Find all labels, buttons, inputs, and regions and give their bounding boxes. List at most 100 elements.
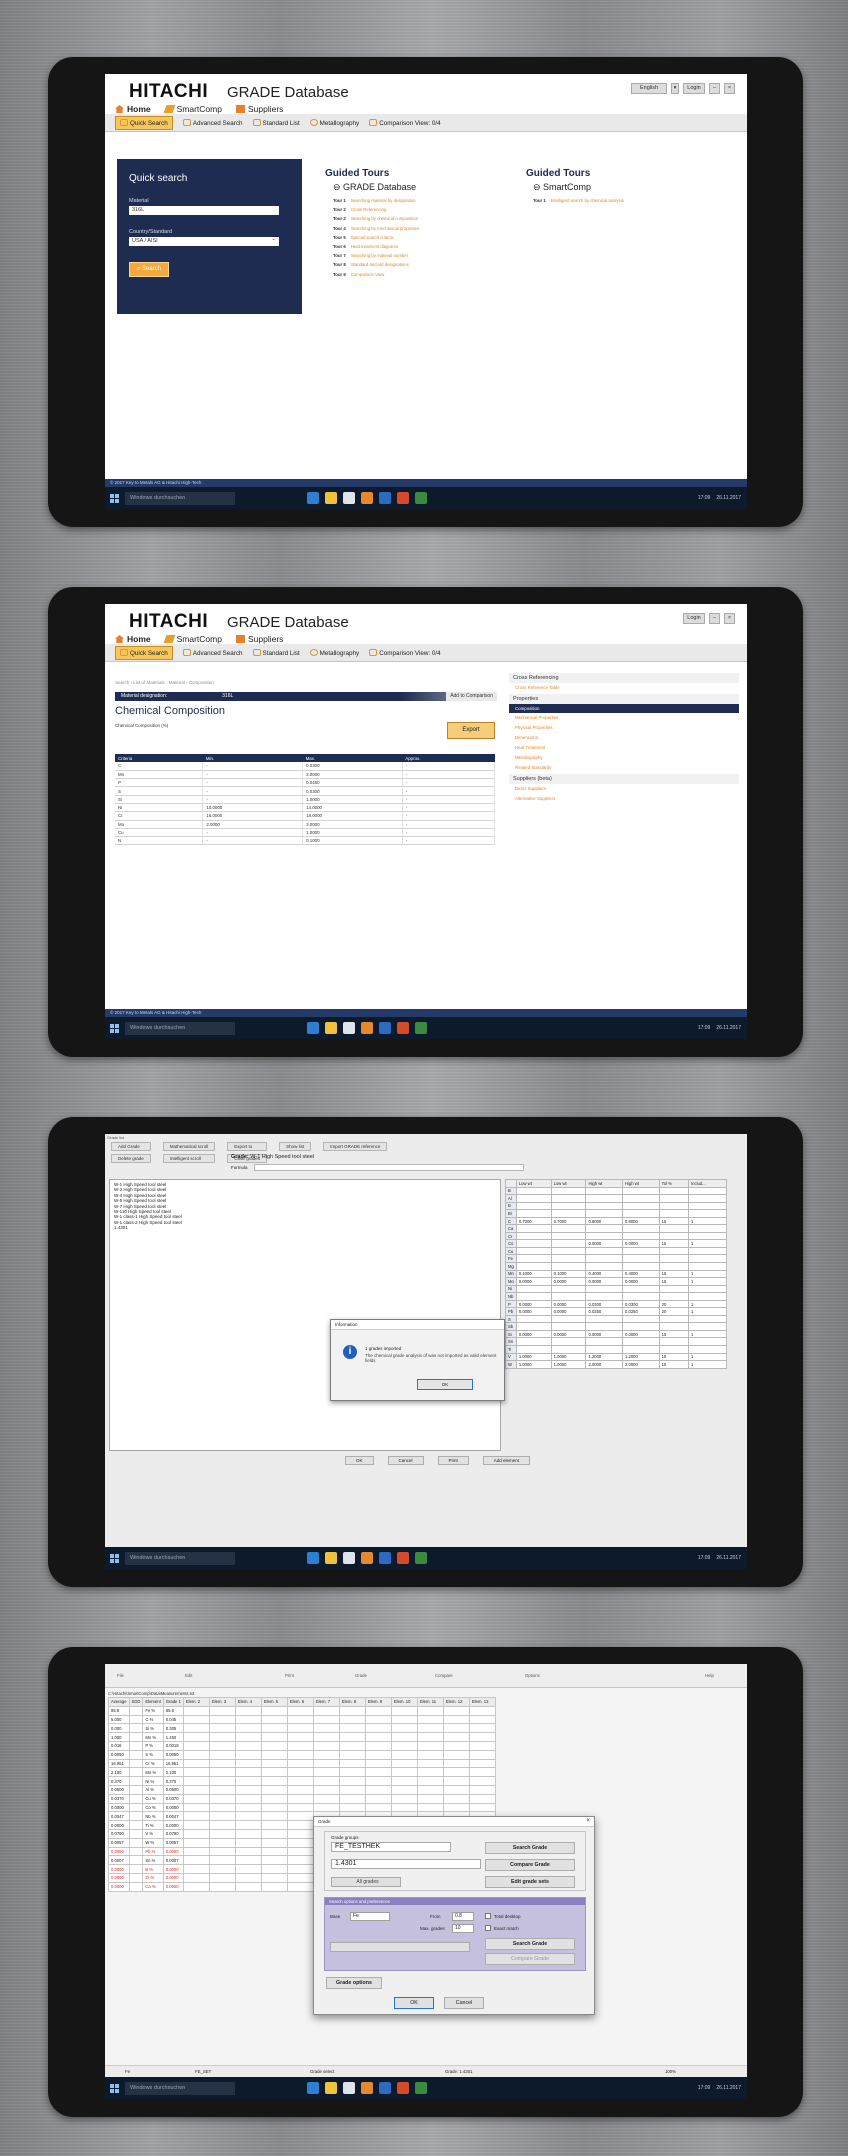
table-cell[interactable]: 0.8000 — [585, 1216, 624, 1226]
table-cell[interactable] — [128, 1828, 144, 1839]
table-cell[interactable] — [658, 1209, 690, 1218]
table-cell[interactable]: 0.0500 — [162, 1784, 184, 1795]
table-cell[interactable] — [585, 1322, 624, 1331]
table-cell[interactable] — [260, 1881, 288, 1892]
table-cell[interactable]: 16.951 — [162, 1758, 184, 1769]
word-icon[interactable] — [379, 1022, 391, 1034]
table-cell[interactable] — [688, 1337, 727, 1347]
ribbon-item[interactable]: Grade — [355, 1673, 367, 1678]
table-cell[interactable]: 1 — [688, 1299, 727, 1309]
tab-comparison-view[interactable]: Comparison View: 0/4 — [369, 648, 441, 657]
table-cell[interactable] — [208, 1714, 236, 1725]
table-cell[interactable]: 1 — [688, 1307, 727, 1316]
table-cell[interactable]: Mo % — [142, 1767, 164, 1778]
table-cell[interactable] — [585, 1314, 624, 1324]
close-icon[interactable]: × — [586, 1818, 590, 1824]
table-cell[interactable] — [260, 1758, 288, 1769]
excel-icon[interactable] — [415, 492, 427, 504]
table-cell[interactable]: 0.0000 — [108, 1864, 130, 1874]
table-cell[interactable]: 0.0790 — [108, 1828, 130, 1839]
table-cell[interactable] — [208, 1828, 236, 1839]
tour-link[interactable]: Special search criteria — [351, 235, 393, 240]
table-cell[interactable] — [442, 1767, 470, 1778]
windows-start-icon[interactable] — [110, 1023, 119, 1033]
table-cell[interactable] — [208, 1881, 236, 1892]
ribbon-item[interactable]: Compare — [435, 1673, 453, 1678]
tour-item[interactable]: Tour 1 Searching material by designation — [333, 196, 419, 205]
table-cell[interactable] — [128, 1758, 144, 1769]
table-cell[interactable] — [234, 1732, 262, 1742]
table-cell[interactable] — [128, 1705, 144, 1716]
table-cell[interactable] — [182, 1758, 210, 1769]
table-cell[interactable] — [390, 1776, 418, 1786]
table-cell[interactable] — [234, 1802, 262, 1813]
tour-item[interactable]: Tour 7 Searching by material number — [333, 251, 419, 260]
table-cell[interactable] — [338, 1758, 366, 1769]
table-cell[interactable] — [442, 1740, 470, 1751]
dialog-cancel-button[interactable]: Cancel — [444, 1997, 484, 2009]
grade-tool-button[interactable]: Intelligent scroll — [162, 1154, 216, 1163]
table-cell[interactable] — [550, 1314, 587, 1324]
table-cell[interactable] — [658, 1254, 690, 1263]
table-cell[interactable] — [364, 1784, 392, 1795]
taskbar-search[interactable]: Windows durchsuchen — [125, 1021, 235, 1035]
table-cell[interactable] — [515, 1292, 552, 1301]
tab-advanced-search[interactable]: Advanced Search — [182, 648, 243, 657]
table-cell[interactable]: 0.018 — [108, 1740, 130, 1751]
table-cell[interactable] — [658, 1194, 690, 1203]
table-cell[interactable] — [208, 1820, 236, 1830]
dropdown-icon[interactable]: ▾ — [671, 83, 679, 94]
table-cell[interactable] — [585, 1292, 624, 1301]
table-cell[interactable] — [338, 1705, 366, 1716]
table-cell[interactable]: 0.0000 — [108, 1820, 130, 1830]
table-cell[interactable]: 0.0000 — [515, 1277, 552, 1286]
table-cell[interactable] — [622, 1246, 660, 1256]
minimize-icon[interactable]: – — [709, 613, 720, 624]
table-cell[interactable] — [182, 1802, 210, 1813]
table-cell[interactable] — [364, 1802, 392, 1813]
app-icon[interactable] — [361, 1552, 373, 1564]
table-cell[interactable] — [286, 1740, 314, 1751]
table-cell[interactable] — [208, 1793, 236, 1804]
edge-icon[interactable] — [307, 492, 319, 504]
taskbar-search[interactable]: Windows durchsuchen — [125, 1551, 235, 1565]
table-cell[interactable]: 1 — [688, 1269, 727, 1279]
search-grade-button-2[interactable]: Search Grade — [485, 1938, 575, 1950]
tab-advanced-search[interactable]: Advanced Search — [182, 118, 243, 127]
bottom-button[interactable]: Print — [437, 1456, 469, 1465]
table-cell[interactable] — [182, 1740, 210, 1751]
table-cell[interactable] — [416, 1758, 444, 1769]
table-cell[interactable]: 20 — [658, 1299, 690, 1309]
table-cell[interactable]: Nb % — [142, 1811, 164, 1822]
table-cell[interactable] — [688, 1322, 727, 1331]
nav-home[interactable]: Home — [115, 104, 151, 114]
table-cell[interactable] — [585, 1246, 624, 1256]
store-icon[interactable] — [343, 1022, 355, 1034]
table-cell[interactable] — [128, 1784, 144, 1795]
table-cell[interactable] — [468, 1802, 496, 1813]
table-cell[interactable]: 0.370 — [162, 1776, 184, 1786]
table-cell[interactable]: 1 — [688, 1216, 727, 1226]
search-filter-select[interactable] — [330, 1942, 470, 1952]
list-item[interactable]: 1.4301 — [114, 1225, 496, 1230]
country-select[interactable]: USA / AISI — [129, 235, 279, 246]
table-cell[interactable] — [312, 1802, 340, 1813]
tour-item[interactable]: Tour 3 Searching by chemical composition — [333, 214, 419, 223]
table-cell[interactable] — [622, 1254, 660, 1263]
table-cell[interactable] — [182, 1855, 210, 1866]
table-cell[interactable] — [442, 1732, 470, 1742]
table-cell[interactable] — [442, 1784, 470, 1795]
table-cell[interactable] — [550, 1322, 587, 1331]
table-cell[interactable] — [622, 1292, 660, 1301]
pdf-icon[interactable] — [397, 1552, 409, 1564]
table-cell[interactable]: 0.0000 — [550, 1299, 587, 1309]
table-cell[interactable] — [688, 1201, 727, 1211]
ribbon-item[interactable]: Options — [525, 1673, 540, 1678]
table-cell[interactable]: 2.0000 — [622, 1360, 660, 1369]
table-cell[interactable] — [260, 1784, 288, 1795]
edit-grade-sets-button[interactable]: Edit grade sets — [485, 1876, 575, 1888]
windows-start-icon[interactable] — [110, 1553, 119, 1563]
table-cell[interactable] — [688, 1224, 727, 1233]
table-cell[interactable] — [260, 1740, 288, 1751]
table-cell[interactable] — [234, 1776, 262, 1786]
